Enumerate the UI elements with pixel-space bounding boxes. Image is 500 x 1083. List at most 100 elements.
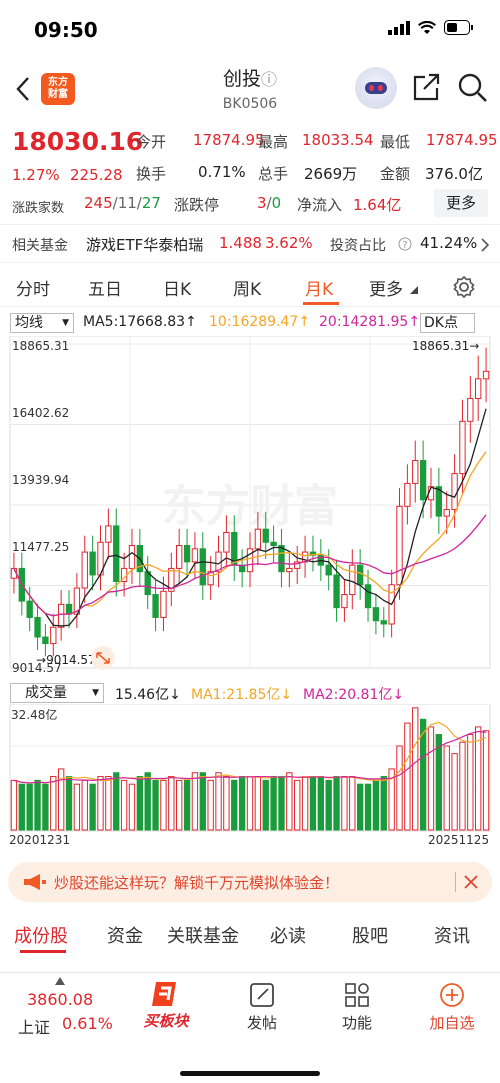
signal-icon [388, 20, 410, 35]
tab-forum[interactable]: 股吧 [352, 922, 388, 948]
volume-bar [317, 776, 324, 831]
kline-chart[interactable]: 东方财富 18865.31 16402.62 13939.94 11477.25 901… [0, 336, 500, 676]
nav-post[interactable]: 发帖 [222, 981, 302, 1033]
ratio-label: 投资占比 [330, 238, 386, 254]
volume-top-label: 32.48亿 [11, 708, 58, 722]
tab-five-day[interactable]: 五日 [88, 275, 122, 300]
volume-bar [254, 776, 262, 831]
breadth-values: 245/11/27 [84, 194, 161, 212]
candle [419, 460, 427, 501]
candle [451, 473, 458, 511]
candle [183, 545, 191, 563]
close-icon[interactable] [464, 875, 478, 889]
info-icon[interactable]: ⓘ [261, 70, 277, 89]
volume-bar [475, 726, 482, 831]
banner-text: 炒股还能这样玩？解锁千万元模拟体验金！ [54, 874, 340, 892]
tab-monthly[interactable]: 月K [305, 275, 333, 300]
volume-bar [231, 779, 238, 831]
nav-add-watchlist[interactable]: 加自选 [412, 981, 492, 1033]
volume-bar [443, 745, 450, 831]
volume-bar [207, 779, 214, 831]
tab-constituents[interactable]: 成份股 [14, 922, 68, 948]
ma20-legend: 20:14281.95↑ [319, 314, 421, 330]
fund-name[interactable]: 游戏ETF华泰柏瑞 [86, 234, 203, 255]
settings-icon[interactable] [452, 275, 476, 299]
breadth-label: 涨跌家数 [12, 201, 65, 216]
volume-bar [404, 722, 411, 831]
volume-bar [396, 745, 403, 831]
nav-functions[interactable]: 功能 [317, 981, 397, 1033]
volume-bar [451, 753, 458, 831]
tab-more[interactable]: 更多 [369, 275, 403, 300]
tab-daily[interactable]: 日K [163, 275, 191, 300]
up-count: 245 [84, 194, 113, 212]
dropdown-corner-icon [410, 286, 418, 294]
tab-must-read[interactable]: 必读 [270, 922, 306, 948]
volume-indicator-select[interactable]: 成交量 ▼ [10, 683, 104, 703]
search-icon[interactable] [457, 72, 489, 104]
volume-bar [50, 776, 57, 831]
volume-bar [459, 741, 466, 831]
limit-down: 0 [271, 194, 282, 212]
more-button[interactable]: 更多 [434, 189, 488, 217]
tab-news[interactable]: 资讯 [434, 922, 470, 948]
candle [144, 571, 151, 596]
candle [152, 594, 159, 618]
high-value: 18033.54 [302, 131, 374, 149]
high-label: 最高 [258, 133, 289, 151]
expand-icon[interactable] [90, 645, 116, 671]
nav-buy-sector[interactable]: 买板块 [126, 979, 206, 1031]
candle [380, 620, 387, 625]
min-price-label: →9014.57 [36, 653, 96, 667]
change-percent: 1.27% [12, 166, 60, 184]
low-value: 17874.95 [426, 131, 498, 149]
candle [81, 551, 88, 589]
promo-banner[interactable]: 炒股还能这样玩？解锁千万元模拟体验金！ [8, 862, 492, 902]
assistant-avatar[interactable] [355, 67, 397, 109]
volume-bar [364, 783, 372, 831]
date-end: 20251125 [428, 833, 490, 847]
y-tick-label: 18865.31 [12, 339, 69, 353]
tab-intraday[interactable]: 分时 [16, 275, 50, 300]
volume-bar [10, 779, 18, 831]
volume-bar [34, 779, 41, 831]
candle [482, 370, 490, 380]
candle [34, 616, 41, 638]
candle [128, 545, 136, 569]
tab-related-funds[interactable]: 关联基金 [167, 922, 239, 948]
open-label: 今开 [136, 133, 167, 151]
chevron-right-icon[interactable] [480, 238, 490, 252]
candle [105, 525, 112, 543]
ma5-legend: MA5:17668.83↑ [83, 314, 197, 330]
candle [176, 545, 183, 569]
candle [191, 548, 199, 563]
inflow-label: 净流入 [297, 196, 343, 214]
volume-bar [341, 776, 348, 831]
fund-label: 相关基金 [12, 238, 68, 254]
min-price-value: 9014.57 [46, 653, 96, 667]
tab-funds-flow[interactable]: 资金 [107, 922, 143, 948]
volume-bar [333, 776, 340, 831]
current-price: 18030.16 [12, 127, 144, 156]
add-circle-icon [440, 983, 464, 1007]
tab-weekly[interactable]: 周K [233, 275, 261, 300]
index-value[interactable]: 3860.08 [27, 990, 93, 1009]
volume-chart[interactable] [0, 704, 500, 832]
volume-bar [278, 776, 285, 831]
volume-bar [176, 779, 183, 831]
candle [160, 590, 167, 618]
nav-label: 发帖 [246, 1014, 277, 1032]
question-icon[interactable]: ? [398, 237, 412, 251]
divider [0, 262, 500, 263]
volume-bar [294, 779, 301, 831]
candle [412, 460, 419, 484]
share-icon[interactable] [411, 72, 441, 102]
dk-point-select[interactable]: DK点 [420, 313, 475, 333]
volume-bar [349, 776, 356, 831]
y-tick-label: 13939.94 [12, 473, 69, 487]
indicator-select[interactable]: 均线 ▼ [10, 313, 74, 333]
candle [333, 574, 340, 609]
candle [364, 584, 372, 609]
volume-bar [105, 776, 112, 831]
bottom-tab-indicator [20, 950, 66, 953]
